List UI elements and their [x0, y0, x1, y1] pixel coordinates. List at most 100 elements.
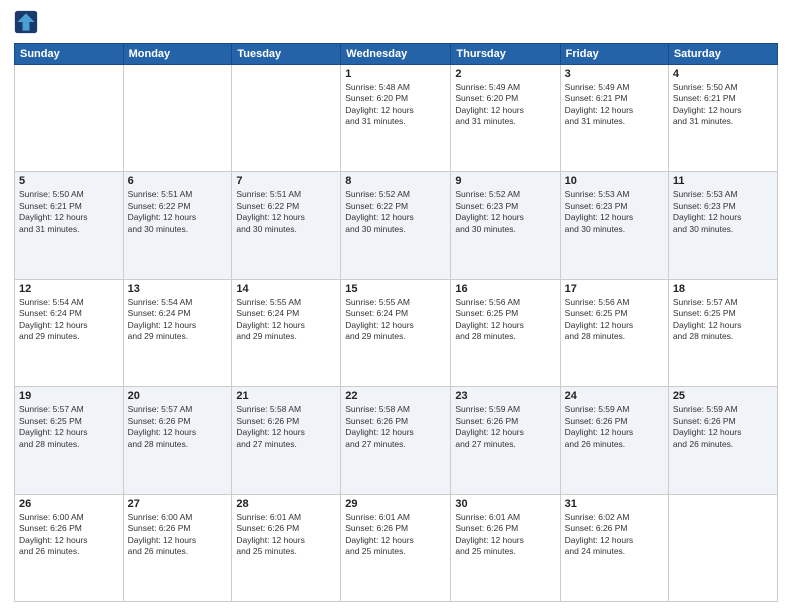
- col-header-thursday: Thursday: [451, 44, 560, 65]
- day-number: 11: [673, 175, 773, 187]
- calendar-cell: 3 Sunrise: 5:49 AM Sunset: 6:21 PM Daylig…: [560, 65, 668, 172]
- day-number: 12: [19, 283, 119, 295]
- calendar-cell: 17Sunrise: 5:56 AM Sunset: 6:25 PM Dayli…: [560, 279, 668, 386]
- day-info: Sunrise: 5:52 AM Sunset: 6:23 PM Dayligh…: [455, 189, 555, 235]
- day-info: Sunrise: 5:49 AM Sunset: 6:21 PM Dayligh…: [565, 82, 664, 128]
- calendar-cell: 1Sunrise: 5:48 AM Sunset: 6:20 PM Daylig…: [341, 65, 451, 172]
- col-header-friday: Friday: [560, 44, 668, 65]
- calendar-cell: 10 Sunrise: 5:53 AM Sunset: 6:23 PM Dayli…: [560, 172, 668, 279]
- calendar-cell: 25 Sunrise: 5:59 AM Sunset: 6:26 PM Dayli…: [668, 387, 777, 494]
- day-number: 18: [673, 283, 773, 295]
- day-number: 28: [236, 498, 336, 510]
- day-number: 15: [345, 283, 446, 295]
- calendar-cell: 9 Sunrise: 5:52 AM Sunset: 6:23 PM Daylig…: [451, 172, 560, 279]
- calendar-cell: 19 Sunrise: 5:57 AM Sunset: 6:25 PM Dayli…: [15, 387, 124, 494]
- calendar-cell: [15, 65, 124, 172]
- day-number: 25: [673, 390, 773, 402]
- day-info: Sunrise: 6:01 AM Sunset: 6:26 PM Dayligh…: [455, 512, 555, 558]
- day-number: 9: [455, 175, 555, 187]
- day-number: 30: [455, 498, 555, 510]
- day-info: Sunrise: 5:59 AM Sunset: 6:26 PM Dayligh…: [455, 404, 555, 450]
- day-number: 24: [565, 390, 664, 402]
- day-info: Sunrise: 5:52 AM Sunset: 6:22 PM Dayligh…: [345, 189, 446, 235]
- col-header-monday: Monday: [123, 44, 232, 65]
- calendar-cell: [232, 65, 341, 172]
- day-number: 23: [455, 390, 555, 402]
- day-number: 16: [455, 283, 555, 295]
- calendar-cell: 22Sunrise: 5:58 AM Sunset: 6:26 PM Dayli…: [341, 387, 451, 494]
- day-info: Sunrise: 6:02 AM Sunset: 6:26 PM Dayligh…: [565, 512, 664, 558]
- calendar-cell: 12 Sunrise: 5:54 AM Sunset: 6:24 PM Dayli…: [15, 279, 124, 386]
- day-number: 2: [455, 68, 555, 80]
- calendar-cell: 8 Sunrise: 5:52 AM Sunset: 6:22 PM Daylig…: [341, 172, 451, 279]
- col-header-wednesday: Wednesday: [341, 44, 451, 65]
- day-info: Sunrise: 5:49 AM Sunset: 6:20 PM Dayligh…: [455, 82, 555, 128]
- calendar-cell: 7Sunrise: 5:51 AM Sunset: 6:22 PM Daylig…: [232, 172, 341, 279]
- calendar-cell: 31Sunrise: 6:02 AM Sunset: 6:26 PM Dayli…: [560, 494, 668, 601]
- day-number: 10: [565, 175, 664, 187]
- calendar-cell: [668, 494, 777, 601]
- calendar-cell: 28 Sunrise: 6:01 AM Sunset: 6:26 PM Dayli…: [232, 494, 341, 601]
- calendar-cell: 14 Sunrise: 5:55 AM Sunset: 6:24 PM Dayli…: [232, 279, 341, 386]
- calendar-cell: 13Sunrise: 5:54 AM Sunset: 6:24 PM Dayli…: [123, 279, 232, 386]
- day-number: 6: [128, 175, 228, 187]
- day-info: Sunrise: 5:55 AM Sunset: 6:24 PM Dayligh…: [236, 297, 336, 343]
- day-info: Sunrise: 5:57 AM Sunset: 6:26 PM Dayligh…: [128, 404, 228, 450]
- calendar-cell: 21 Sunrise: 5:58 AM Sunset: 6:26 PM Dayli…: [232, 387, 341, 494]
- calendar-cell: 18 Sunrise: 5:57 AM Sunset: 6:25 PM Dayli…: [668, 279, 777, 386]
- day-info: Sunrise: 5:57 AM Sunset: 6:25 PM Dayligh…: [19, 404, 119, 450]
- calendar-cell: [123, 65, 232, 172]
- day-number: 13: [128, 283, 228, 295]
- day-number: 29: [345, 498, 446, 510]
- calendar-cell: 20Sunrise: 5:57 AM Sunset: 6:26 PM Dayli…: [123, 387, 232, 494]
- day-info: Sunrise: 5:50 AM Sunset: 6:21 PM Dayligh…: [673, 82, 773, 128]
- calendar-cell: 4Sunrise: 5:50 AM Sunset: 6:21 PM Daylig…: [668, 65, 777, 172]
- day-info: Sunrise: 6:01 AM Sunset: 6:26 PM Dayligh…: [236, 512, 336, 558]
- logo-icon: [14, 10, 38, 34]
- day-info: Sunrise: 5:53 AM Sunset: 6:23 PM Dayligh…: [673, 189, 773, 235]
- day-number: 5: [19, 175, 119, 187]
- day-info: Sunrise: 5:58 AM Sunset: 6:26 PM Dayligh…: [236, 404, 336, 450]
- day-number: 7: [236, 175, 336, 187]
- day-info: Sunrise: 5:54 AM Sunset: 6:24 PM Dayligh…: [19, 297, 119, 343]
- day-info: Sunrise: 6:01 AM Sunset: 6:26 PM Dayligh…: [345, 512, 446, 558]
- calendar-cell: 16 Sunrise: 5:56 AM Sunset: 6:25 PM Dayli…: [451, 279, 560, 386]
- col-header-saturday: Saturday: [668, 44, 777, 65]
- week-row-4: 19 Sunrise: 5:57 AM Sunset: 6:25 PM Dayli…: [15, 387, 778, 494]
- calendar-page: SundayMondayTuesdayWednesdayThursdayFrid…: [0, 0, 792, 612]
- day-number: 19: [19, 390, 119, 402]
- calendar-cell: 15Sunrise: 5:55 AM Sunset: 6:24 PM Dayli…: [341, 279, 451, 386]
- calendar-cell: 23 Sunrise: 5:59 AM Sunset: 6:26 PM Dayli…: [451, 387, 560, 494]
- day-info: Sunrise: 5:50 AM Sunset: 6:21 PM Dayligh…: [19, 189, 119, 235]
- day-info: Sunrise: 5:58 AM Sunset: 6:26 PM Dayligh…: [345, 404, 446, 450]
- calendar-cell: 5 Sunrise: 5:50 AM Sunset: 6:21 PM Daylig…: [15, 172, 124, 279]
- week-row-5: 26 Sunrise: 6:00 AM Sunset: 6:26 PM Dayli…: [15, 494, 778, 601]
- col-header-sunday: Sunday: [15, 44, 124, 65]
- day-number: 3: [565, 68, 664, 80]
- calendar-cell: 27Sunrise: 6:00 AM Sunset: 6:26 PM Dayli…: [123, 494, 232, 601]
- week-row-1: 1Sunrise: 5:48 AM Sunset: 6:20 PM Daylig…: [15, 65, 778, 172]
- day-number: 26: [19, 498, 119, 510]
- calendar-table: SundayMondayTuesdayWednesdayThursdayFrid…: [14, 43, 778, 602]
- day-info: Sunrise: 5:59 AM Sunset: 6:26 PM Dayligh…: [673, 404, 773, 450]
- day-number: 21: [236, 390, 336, 402]
- logo: [14, 10, 42, 34]
- week-row-3: 12 Sunrise: 5:54 AM Sunset: 6:24 PM Dayli…: [15, 279, 778, 386]
- day-info: Sunrise: 5:59 AM Sunset: 6:26 PM Dayligh…: [565, 404, 664, 450]
- day-info: Sunrise: 5:57 AM Sunset: 6:25 PM Dayligh…: [673, 297, 773, 343]
- calendar-cell: 2 Sunrise: 5:49 AM Sunset: 6:20 PM Daylig…: [451, 65, 560, 172]
- day-info: Sunrise: 6:00 AM Sunset: 6:26 PM Dayligh…: [19, 512, 119, 558]
- day-info: Sunrise: 5:53 AM Sunset: 6:23 PM Dayligh…: [565, 189, 664, 235]
- calendar-cell: 26 Sunrise: 6:00 AM Sunset: 6:26 PM Dayli…: [15, 494, 124, 601]
- calendar-header-row: SundayMondayTuesdayWednesdayThursdayFrid…: [15, 44, 778, 65]
- col-header-tuesday: Tuesday: [232, 44, 341, 65]
- calendar-cell: 24 Sunrise: 5:59 AM Sunset: 6:26 PM Dayli…: [560, 387, 668, 494]
- calendar-cell: 11 Sunrise: 5:53 AM Sunset: 6:23 PM Dayli…: [668, 172, 777, 279]
- week-row-2: 5 Sunrise: 5:50 AM Sunset: 6:21 PM Daylig…: [15, 172, 778, 279]
- day-number: 14: [236, 283, 336, 295]
- header: [14, 10, 778, 34]
- calendar-cell: 30 Sunrise: 6:01 AM Sunset: 6:26 PM Dayli…: [451, 494, 560, 601]
- day-info: Sunrise: 5:48 AM Sunset: 6:20 PM Dayligh…: [345, 82, 446, 128]
- day-info: Sunrise: 5:56 AM Sunset: 6:25 PM Dayligh…: [455, 297, 555, 343]
- day-number: 8: [345, 175, 446, 187]
